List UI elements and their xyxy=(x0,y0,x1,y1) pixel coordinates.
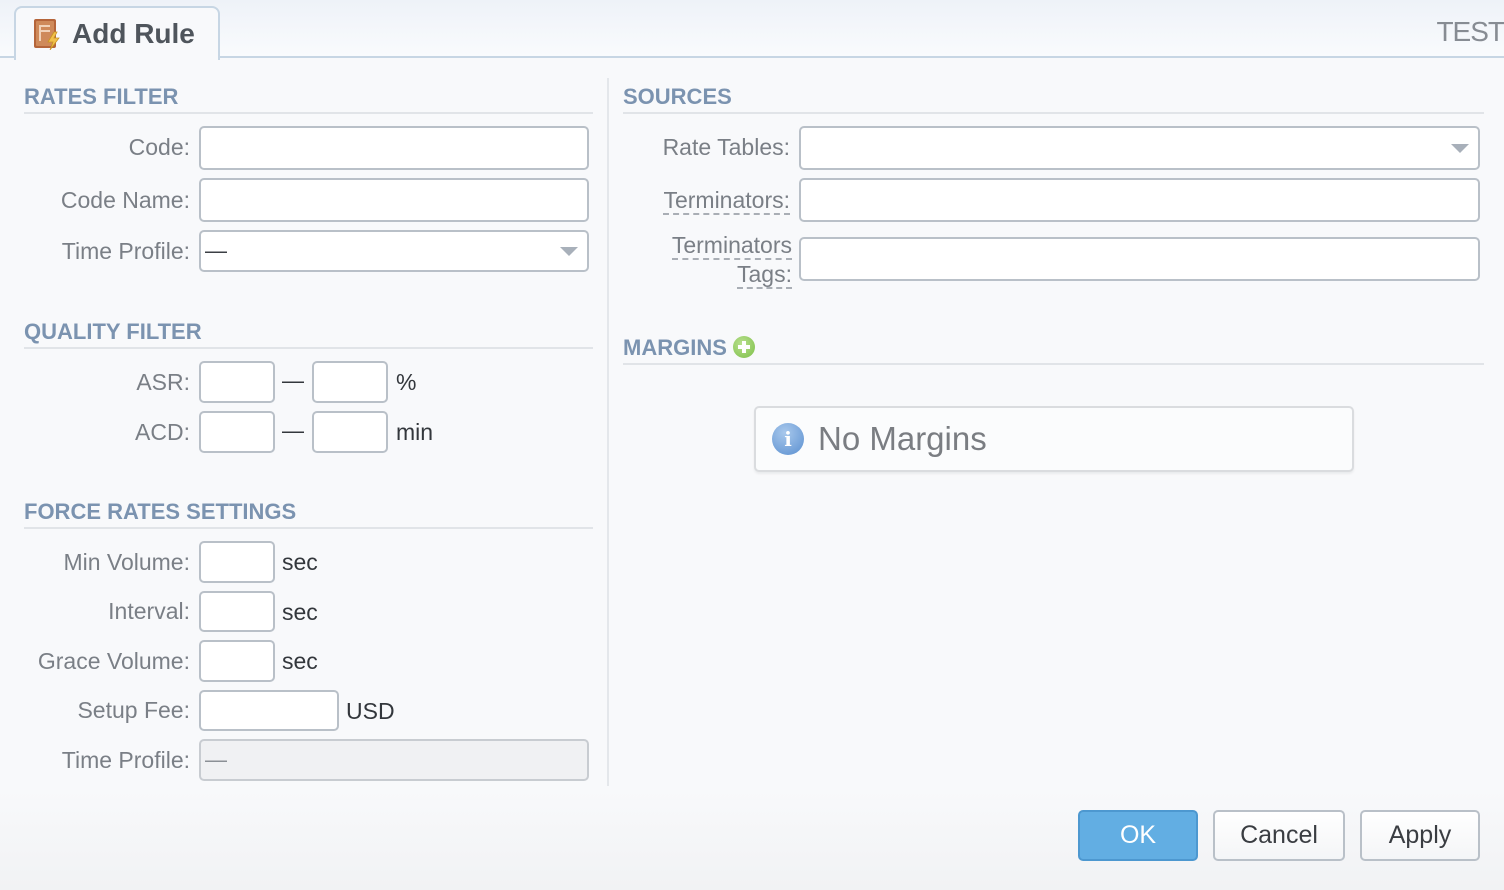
window-header: Add Rule TEST xyxy=(0,0,1504,60)
terminators-input[interactable] xyxy=(799,178,1480,222)
interval-label: Interval: xyxy=(108,598,190,624)
force-time-profile-label: Time Profile: xyxy=(61,747,190,773)
tab-add-rule[interactable]: Add Rule xyxy=(14,6,220,60)
acd-from-input[interactable] xyxy=(199,411,275,453)
force-rates-heading: FORCE RATES SETTINGS xyxy=(24,499,593,529)
terminators-label[interactable]: Terminators: xyxy=(663,187,790,215)
code-name-label: Code Name: xyxy=(60,187,190,213)
time-profile-label: Time Profile: xyxy=(61,238,190,264)
min-volume-label: Min Volume: xyxy=(63,549,190,575)
time-profile-value: — xyxy=(205,238,227,263)
time-profile-select[interactable]: — xyxy=(199,230,589,272)
chevron-down-icon xyxy=(1451,144,1469,153)
force-time-profile-value: — xyxy=(205,747,227,772)
grace-volume-unit: sec xyxy=(282,648,318,674)
column-divider xyxy=(607,78,609,786)
setup-fee-label: Setup Fee: xyxy=(77,697,190,723)
no-margins-text: No Margins xyxy=(818,420,987,457)
rates-filter-heading: RATES FILTER xyxy=(24,84,593,114)
terminators-tags-label[interactable]: Terminators Tags: xyxy=(671,231,792,289)
asr-from-input[interactable] xyxy=(199,361,275,403)
tab-title: Add Rule xyxy=(72,18,195,49)
chevron-down-icon xyxy=(560,247,578,256)
grace-volume-input[interactable] xyxy=(199,640,275,682)
plus-circle-icon[interactable] xyxy=(732,336,755,358)
asr-label: ASR: xyxy=(136,369,190,395)
margins-heading: MARGINS xyxy=(623,335,1484,365)
interval-unit: sec xyxy=(282,599,318,625)
code-input[interactable] xyxy=(199,126,589,170)
margins-title: MARGINS xyxy=(623,335,727,360)
terminators-label-text: Terminators: xyxy=(663,187,790,215)
acd-to-input[interactable] xyxy=(312,411,388,453)
code-name-input[interactable] xyxy=(199,178,589,222)
terminators-tags-label-line1: Terminators xyxy=(671,232,792,260)
rate-tables-select[interactable] xyxy=(799,126,1480,170)
acd-label: ACD: xyxy=(135,419,190,445)
asr-unit: % xyxy=(396,369,417,395)
quality-filter-heading: QUALITY FILTER xyxy=(24,319,593,349)
ok-button[interactable]: OK xyxy=(1078,810,1198,861)
asr-to-input[interactable] xyxy=(312,361,388,403)
environment-label: TEST xyxy=(1436,16,1504,47)
min-volume-unit: sec xyxy=(282,549,318,575)
min-volume-input[interactable] xyxy=(199,541,275,583)
force-time-profile-select: — xyxy=(199,739,589,781)
code-label: Code: xyxy=(128,134,190,160)
no-margins-notice: i No Margins xyxy=(754,406,1354,472)
rate-tables-label: Rate Tables: xyxy=(662,134,790,160)
acd-unit: min xyxy=(396,419,434,445)
grace-volume-label: Grace Volume: xyxy=(37,648,190,674)
setup-fee-unit: USD xyxy=(346,698,395,724)
sources-heading: SOURCES xyxy=(623,84,1484,114)
info-icon: i xyxy=(772,423,804,455)
acd-range-separator: — xyxy=(282,418,304,443)
apply-button[interactable]: Apply xyxy=(1360,810,1480,861)
terminators-tags-label-line2: Tags: xyxy=(737,261,792,289)
asr-range-separator: — xyxy=(282,368,304,393)
cancel-button[interactable]: Cancel xyxy=(1213,810,1345,861)
interval-input[interactable] xyxy=(199,591,275,632)
terminators-tags-input[interactable] xyxy=(799,237,1480,281)
rule-book-icon xyxy=(32,18,62,51)
setup-fee-input[interactable] xyxy=(199,690,339,731)
